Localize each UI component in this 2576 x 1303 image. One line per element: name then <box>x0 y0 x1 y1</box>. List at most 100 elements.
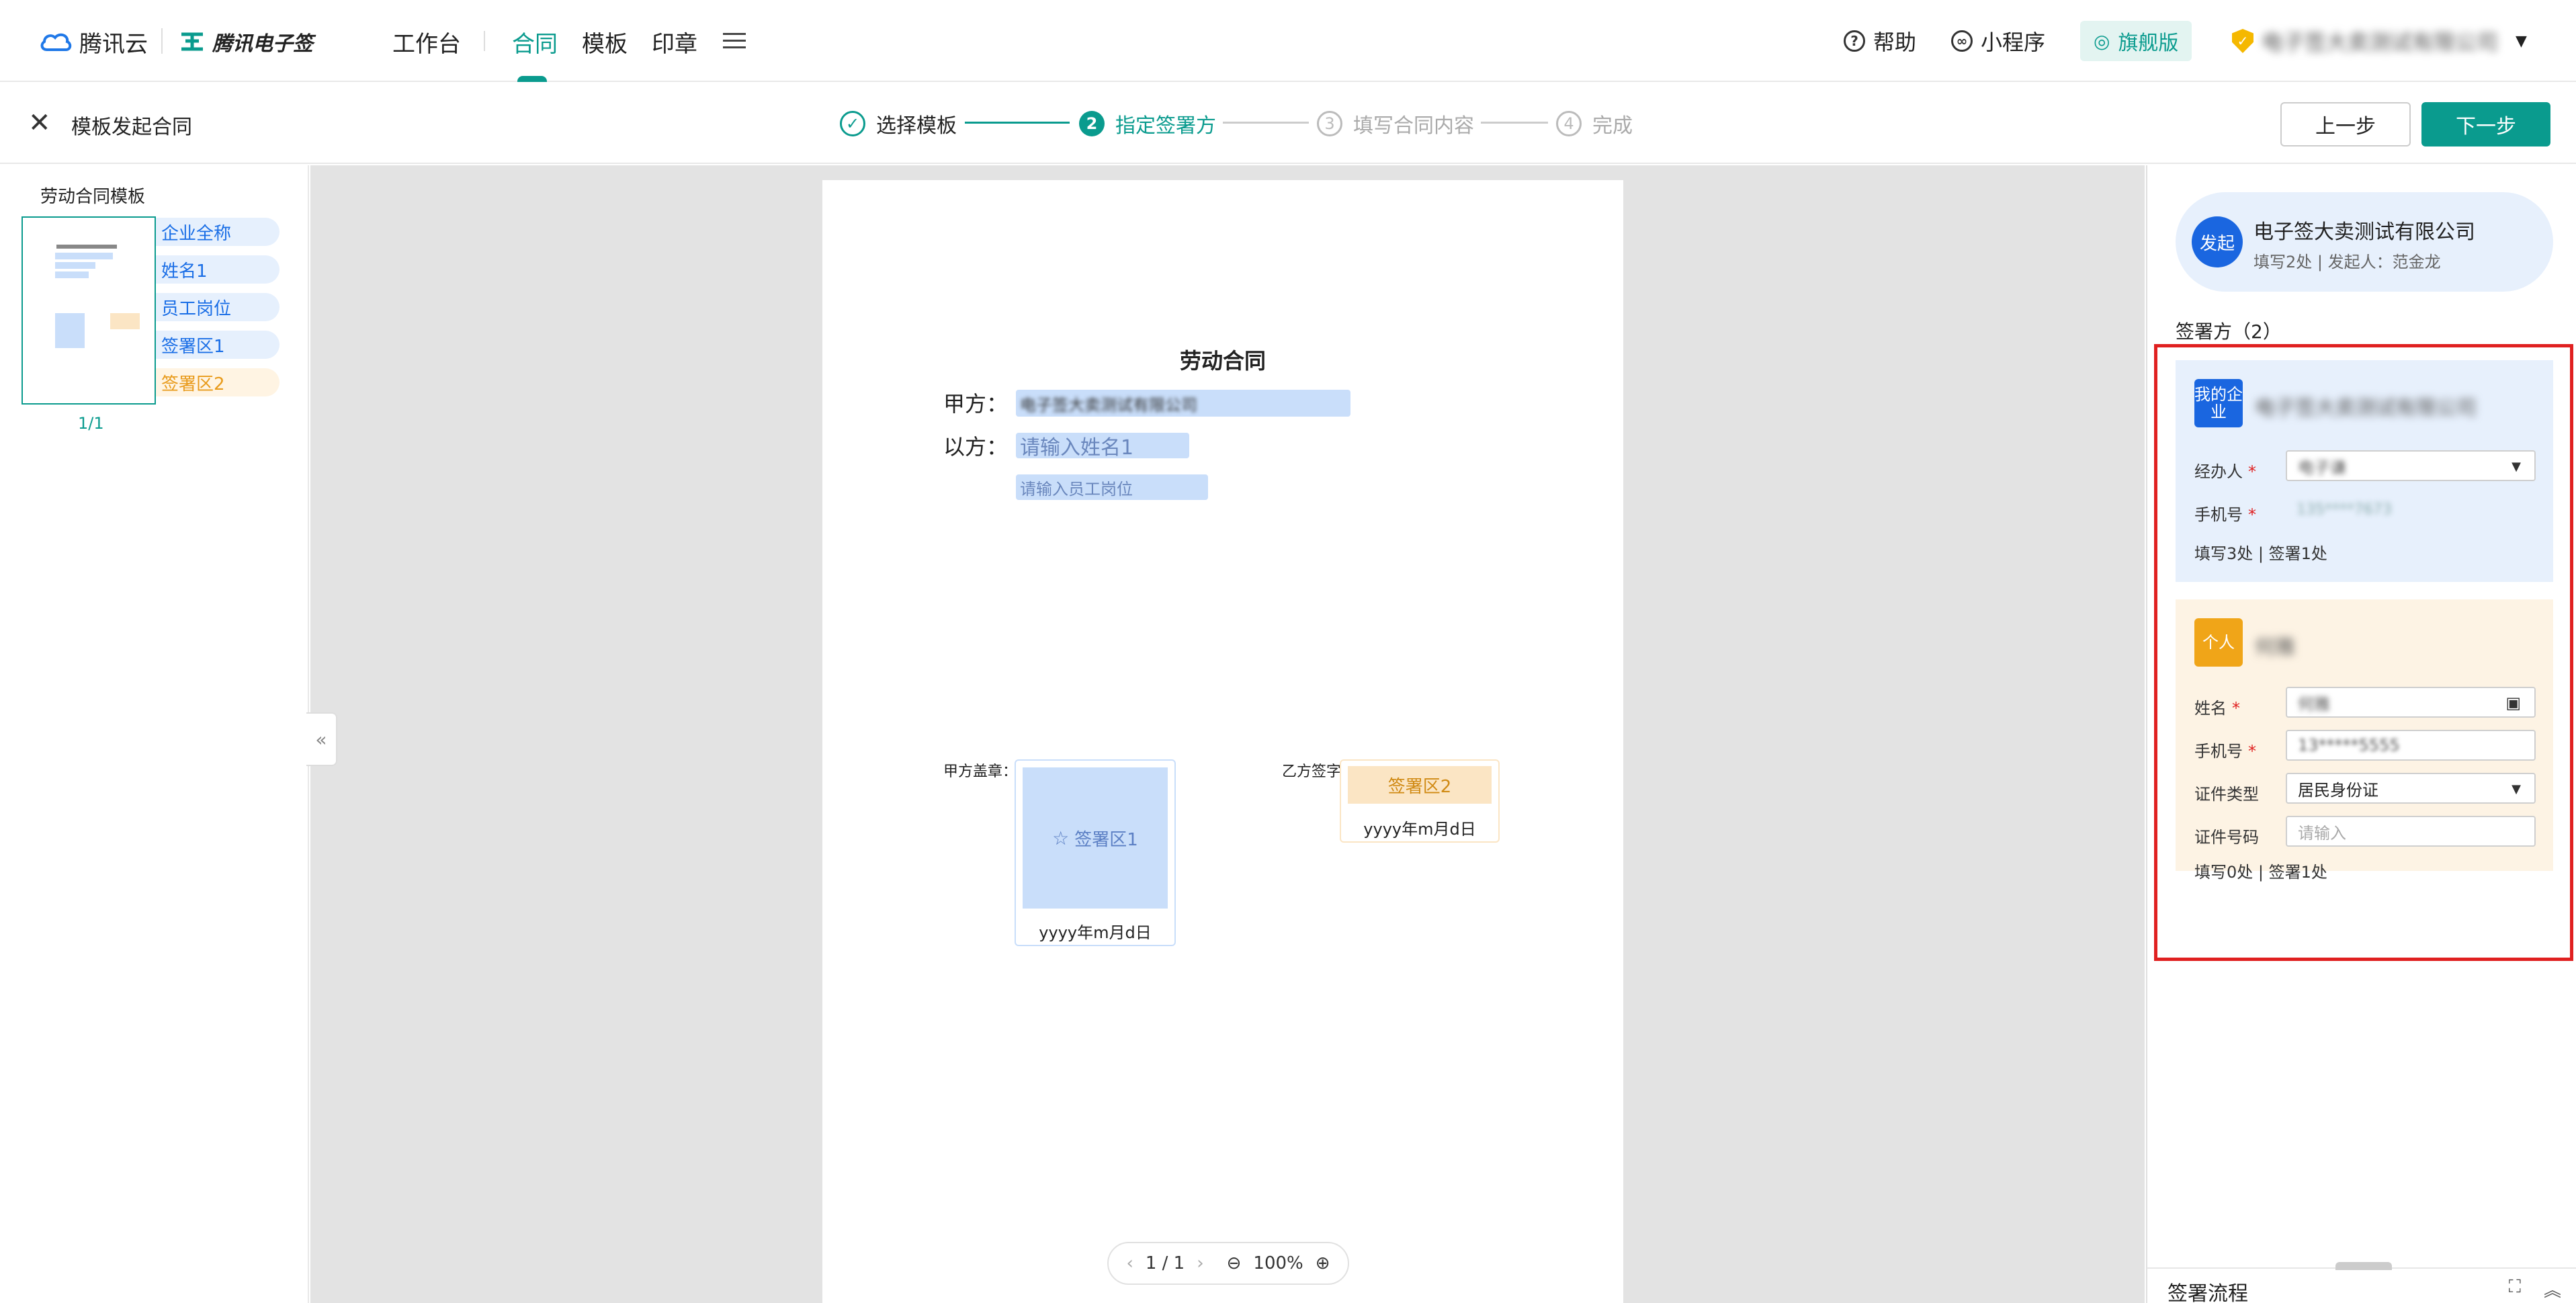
thumbnail-page-number: 1/1 <box>78 414 104 433</box>
idno-input[interactable]: 请输入 <box>2286 816 2536 847</box>
edition-label: 旗舰版 <box>2118 32 2179 55</box>
company-phone-value: 135****7673 <box>2296 501 2392 518</box>
step-select-template[interactable]: ✓ 选择模板 <box>840 109 957 138</box>
active-nav-indicator <box>517 76 547 82</box>
logo-divider <box>161 28 163 54</box>
company-switcher[interactable]: ✓ 电子签大卖测试有限公司 ▼ <box>2232 23 2527 59</box>
nav-template[interactable]: 模板 <box>582 26 628 58</box>
field-tag-position[interactable]: 员工岗位 <box>156 293 280 321</box>
phone-value: 13*****5555 <box>2298 736 2400 755</box>
next-step-button[interactable]: 下一步 <box>2421 102 2550 146</box>
nav-contract[interactable]: 合同 <box>512 26 558 58</box>
initiator-summary: 填写2处 | 发起人：范金龙 <box>2253 253 2441 271</box>
zoom-out-icon[interactable]: ⊖ <box>1227 1253 1242 1273</box>
step-number: 4 <box>1556 111 1582 136</box>
miniprogram-label: 小程序 <box>1981 30 2046 55</box>
name-input[interactable]: 何雅 ▣ <box>2286 687 2536 718</box>
sig1-date: yyyy年m月d日 <box>1039 923 1152 942</box>
contact-book-icon[interactable]: ▣ <box>2505 693 2521 712</box>
step-number: 2 <box>1079 111 1105 136</box>
step-complete: 4 完成 <box>1556 109 1633 138</box>
signature-area-2[interactable]: 签署区2 yyyy年m月d日 <box>1340 759 1500 843</box>
thumb-field <box>55 271 89 278</box>
esign-logo[interactable]: 腾讯电子签 <box>179 27 313 56</box>
help-link[interactable]: ? 帮助 <box>1844 23 1916 59</box>
thumb-sig2 <box>110 313 140 329</box>
thumb-title-line <box>56 245 117 249</box>
field-tag-name[interactable]: 姓名1 <box>156 255 280 284</box>
close-icon[interactable]: ✕ <box>28 108 51 138</box>
dropdown-caret-icon: ▼ <box>2511 460 2521 474</box>
field-tag-sig2[interactable]: 签署区2 <box>156 368 280 396</box>
miniprogram-link[interactable]: ∞ 小程序 <box>1951 23 2045 59</box>
step-fill-content: 3 填写合同内容 <box>1317 109 1474 138</box>
step-assign-signers[interactable]: 2 指定签署方 <box>1079 109 1216 138</box>
step-connector <box>1223 122 1309 124</box>
idtype-label: 证件类型 <box>2194 785 2259 804</box>
company-signer-card: 我的企业 电子签大卖测试有限公司 经办人 * 电子谦 ▼ 手机号 * 135****… <box>2176 360 2553 582</box>
step-label: 选择模板 <box>876 114 957 138</box>
sig2-label: 签署区2 <box>1348 766 1492 804</box>
collapse-panel-icon[interactable]: « <box>306 712 337 766</box>
party-b-name-field[interactable]: 请输入姓名1 <box>1016 433 1189 460</box>
step-check-icon: ✓ <box>840 111 865 136</box>
handler-select[interactable]: 电子谦 ▼ <box>2286 450 2536 481</box>
personal-badge: 个人 <box>2194 618 2243 667</box>
zoom-in-icon[interactable]: ⊕ <box>1316 1253 1330 1273</box>
party-a-field[interactable]: 电子签大卖测试有限公司 <box>1016 390 1350 417</box>
idtype-select[interactable]: 居民身份证 ▼ <box>2286 773 2536 804</box>
drag-handle[interactable] <box>2335 1262 2392 1270</box>
nav-divider <box>484 31 485 51</box>
thumb-sig1 <box>55 313 85 348</box>
chevron-down-icon: ▼ <box>2516 32 2527 50</box>
name-label: 姓名 * <box>2194 699 2240 718</box>
nav-workbench[interactable]: 工作台 <box>392 26 461 58</box>
help-icon: ? <box>1844 30 1865 52</box>
field-tag-sig1[interactable]: 签署区1 <box>156 331 280 359</box>
prev-step-button[interactable]: 上一步 <box>2280 102 2411 146</box>
menu-icon[interactable] <box>723 30 746 52</box>
page-indicator: 1 / 1 <box>1145 1253 1185 1273</box>
edition-badge[interactable]: ◎ 旗舰版 <box>2080 21 2192 61</box>
signature-area-1[interactable]: ☆ 签署区1 yyyy年m月d日 <box>1015 759 1176 946</box>
company-badge: 我的企业 <box>2194 379 2243 427</box>
position-field[interactable]: 请输入员工岗位 <box>1016 474 1208 500</box>
signer-panel: 发起 电子签大卖测试有限公司 填写2处 | 发起人：范金龙 签署方（2） 我的企… <box>2146 165 2576 1303</box>
prev-page-icon[interactable]: ‹ <box>1126 1253 1133 1273</box>
top-navigation: 腾讯云 腾讯电子签 工作台 合同 模板 印章 ? 帮助 ∞ 小程序 ◎ 旗舰版 … <box>0 0 2576 82</box>
sign-b-label: 乙方签字 <box>1282 763 1342 780</box>
name-value: 何雅 <box>2298 694 2330 714</box>
signers-heading: 签署方（2） <box>2176 321 2282 343</box>
brand2-text: 腾讯电子签 <box>212 32 313 56</box>
step-label: 完成 <box>1592 114 1633 138</box>
signing-flow-bar[interactable]: 签署流程 ⛶ ︽ <box>2147 1262 2576 1303</box>
esign-logo-icon <box>181 32 203 51</box>
tencent-cloud-logo[interactable]: 腾讯云 <box>39 27 148 58</box>
miniprogram-icon: ∞ <box>1951 30 1973 52</box>
seal-star-icon: ☆ <box>1052 827 1070 849</box>
collapse-up-icon[interactable]: ︽ <box>2544 1277 2561 1302</box>
page-thumbnail[interactable] <box>22 216 156 405</box>
next-page-icon[interactable]: › <box>1197 1253 1203 1273</box>
contract-page: 劳动合同 甲方： 电子签大卖测试有限公司 以方： 请输入姓名1 请输入员工岗位 … <box>822 180 1623 1303</box>
expand-icon[interactable]: ⛶ <box>2509 1277 2521 1302</box>
field-tag-company[interactable]: 企业全称 <box>156 218 280 246</box>
phone-input[interactable]: 13*****5555 <box>2286 730 2536 761</box>
initiator-card: 发起 电子签大卖测试有限公司 填写2处 | 发起人：范金龙 <box>2176 192 2553 292</box>
sig1-label: 签署区1 <box>1074 829 1138 850</box>
step-label: 指定签署方 <box>1115 114 1216 138</box>
verified-shield-icon: ✓ <box>2232 29 2253 53</box>
personal-signer-name: 何雅 <box>2255 636 2295 659</box>
handler-value: 电子谦 <box>2298 458 2346 477</box>
phone-label: 手机号 * <box>2194 505 2256 524</box>
flow-title: 模板发起合同 <box>71 116 192 139</box>
step-bar: ✕ 模板发起合同 ✓ 选择模板 2 指定签署方 3 填写合同内容 4 完成 上一… <box>0 83 2576 164</box>
sig2-date: yyyy年m月d日 <box>1363 820 1476 839</box>
idno-label: 证件号码 <box>2194 828 2259 847</box>
zoom-level: 100% <box>1253 1253 1303 1273</box>
nav-seal[interactable]: 印章 <box>652 26 697 58</box>
edition-icon: ◎ <box>2094 30 2110 52</box>
seal-a-label: 甲方盖章： <box>943 763 1018 780</box>
idno-placeholder: 请输入 <box>2298 823 2346 843</box>
step-connector <box>1481 122 1548 124</box>
